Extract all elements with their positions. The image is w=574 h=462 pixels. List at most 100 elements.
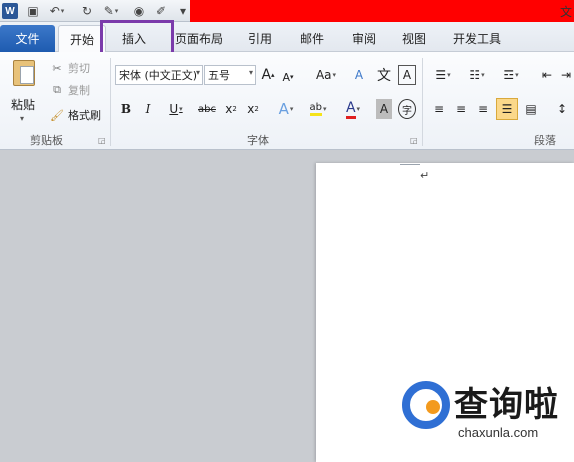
superscript-button[interactable]: x2 bbox=[244, 99, 262, 119]
grow-font-glyph: A bbox=[261, 67, 272, 83]
line-spacing-button[interactable]: ↕ bbox=[552, 99, 572, 119]
underline-button[interactable]: U ▾ bbox=[164, 99, 188, 119]
italic-button[interactable]: I bbox=[140, 99, 156, 119]
align-right-icon: ≡ bbox=[477, 102, 489, 116]
bullets-icon: ☰ bbox=[435, 68, 447, 82]
font-color-glyph: A bbox=[345, 100, 356, 119]
phonetic-glyph: 文 bbox=[377, 68, 391, 84]
align-right-button[interactable]: ≡ bbox=[474, 99, 492, 119]
character-shading-button[interactable]: A bbox=[376, 99, 392, 119]
watermark-logo-dot bbox=[426, 400, 440, 414]
color-wheel-icon[interactable]: ◉ bbox=[132, 3, 146, 19]
character-shading-glyph: A bbox=[379, 102, 389, 116]
title-bar-highlight: 文 bbox=[190, 0, 574, 22]
highlight-glyph: ab bbox=[309, 102, 322, 116]
paste-label: 粘贴 bbox=[11, 98, 36, 112]
tab-file[interactable]: 文件 bbox=[0, 25, 55, 52]
brush-icon: 🖌 bbox=[50, 108, 64, 122]
distributed-icon: ▤ bbox=[525, 102, 537, 116]
tab-page-layout[interactable]: 页面布局 bbox=[170, 25, 228, 52]
distributed-button[interactable]: ▤ bbox=[522, 99, 540, 119]
font-color-button[interactable]: A ▾ bbox=[340, 99, 366, 119]
font-name-value: 宋体 (中文正文) bbox=[119, 69, 198, 82]
phonetic-guide-button[interactable]: 文 bbox=[374, 65, 394, 85]
draw-icon[interactable]: ✐ bbox=[154, 3, 168, 19]
multilevel-list-button[interactable]: ☲ ▾ bbox=[498, 65, 524, 85]
bullets-button[interactable]: ☰ ▾ bbox=[430, 65, 456, 85]
change-case-button[interactable]: Aa ▾ bbox=[312, 65, 340, 85]
cut-label: 剪切 bbox=[68, 62, 90, 75]
paragraph-group-label: 段落 bbox=[534, 134, 556, 147]
tab-developer[interactable]: 开发工具 bbox=[446, 25, 508, 52]
copy-icon: ⧉ bbox=[53, 83, 61, 96]
character-border-glyph: A bbox=[402, 68, 412, 82]
tab-mailings[interactable]: 邮件 bbox=[292, 25, 332, 52]
increase-indent-button[interactable]: ⇥ bbox=[558, 65, 574, 85]
tab-review[interactable]: 审阅 bbox=[344, 25, 384, 52]
watermark-brand: 查询啦 bbox=[454, 385, 559, 425]
enclose-characters-button[interactable]: 字 bbox=[398, 99, 416, 119]
copy-button[interactable]: ⧉ 复制 bbox=[50, 80, 90, 100]
cut-button[interactable]: ✂ 剪切 bbox=[50, 58, 90, 78]
increase-indent-icon: ⇥ bbox=[560, 68, 572, 82]
chevron-down-icon: ▾ bbox=[248, 68, 253, 77]
character-border-button[interactable]: A bbox=[398, 65, 416, 85]
clipboard-launcher-icon[interactable]: ◲ bbox=[98, 136, 106, 145]
redo-icon[interactable]: ↻ bbox=[80, 3, 94, 19]
title-bar: W ▣ ↶ ▾ ↻ ✎ ▾ ◉ ✐ ▾ 文 bbox=[0, 0, 574, 22]
customize-toolbar-icon[interactable]: ▾ bbox=[178, 3, 188, 19]
copy-label: 复制 bbox=[68, 84, 90, 97]
scissors-icon: ✂ bbox=[52, 61, 62, 75]
subscript-button[interactable]: x2 bbox=[222, 99, 240, 119]
ribbon-home: 粘贴 ▾ ✂ 剪切 ⧉ 复制 🖌 格式刷 剪贴板 ◲ 宋体 (中文正文) ▾ 五… bbox=[0, 52, 574, 150]
text-effects-glyph: A bbox=[278, 100, 289, 118]
decrease-indent-button[interactable]: ⇤ bbox=[538, 65, 556, 85]
align-left-button[interactable]: ≡ bbox=[430, 99, 448, 119]
line-spacing-icon: ↕ bbox=[556, 102, 568, 116]
font-size-value: 五号 bbox=[208, 69, 230, 82]
shrink-font-glyph: A bbox=[282, 70, 290, 84]
font-launcher-icon[interactable]: ◲ bbox=[410, 136, 418, 145]
numbering-button[interactable]: ☷ ▾ bbox=[464, 65, 490, 85]
shrink-font-button[interactable]: A ▾ bbox=[280, 67, 296, 87]
format-painter-quick-icon[interactable]: ✎ ▾ bbox=[100, 3, 122, 19]
paper-icon bbox=[20, 66, 34, 84]
window-title: 文 bbox=[559, 5, 572, 19]
undo-icon[interactable]: ↶ ▾ bbox=[46, 3, 68, 19]
group-divider bbox=[422, 58, 423, 146]
tab-view[interactable]: 视图 bbox=[394, 25, 434, 52]
align-center-icon: ≡ bbox=[455, 102, 467, 116]
bold-button[interactable]: B bbox=[117, 99, 135, 119]
clear-format-glyph: A bbox=[354, 68, 364, 82]
align-center-button[interactable]: ≡ bbox=[452, 99, 470, 119]
justify-button[interactable]: ☰ bbox=[496, 98, 518, 120]
watermark-url: chaxunla.com bbox=[458, 425, 539, 440]
save-icon[interactable]: ▣ bbox=[26, 3, 40, 19]
text-effects-button[interactable]: A ▾ bbox=[274, 99, 298, 119]
tab-home[interactable]: 开始 bbox=[58, 25, 106, 53]
justify-icon: ☰ bbox=[501, 102, 513, 116]
subscript-glyph: x bbox=[225, 102, 233, 116]
font-group-label: 字体 bbox=[247, 134, 269, 147]
numbering-icon: ☷ bbox=[469, 68, 481, 82]
highlight-color-button[interactable]: ab ▾ bbox=[304, 99, 332, 119]
word-app-icon[interactable]: W bbox=[2, 3, 18, 19]
ribbon-tab-row: 文件 开始 插入 页面布局 引用 邮件 审阅 视图 开发工具 bbox=[0, 22, 574, 53]
underline-glyph: U bbox=[169, 102, 179, 116]
paste-dropdown-icon[interactable]: ▾ bbox=[20, 114, 24, 123]
grow-font-button[interactable]: A ▴ bbox=[260, 65, 276, 85]
format-painter-button[interactable]: 🖌 格式刷 bbox=[50, 105, 101, 125]
change-case-glyph: Aa bbox=[315, 68, 332, 82]
clipboard-group-label: 剪贴板 bbox=[30, 134, 63, 147]
paste-button[interactable]: 粘贴 ▾ bbox=[8, 56, 40, 126]
format-painter-label: 格式刷 bbox=[68, 109, 101, 122]
clear-format-button[interactable]: A bbox=[350, 65, 368, 85]
strikethrough-button[interactable]: abc bbox=[196, 99, 218, 119]
font-name-select[interactable]: 宋体 (中文正文) ▾ bbox=[115, 65, 203, 85]
superscript-glyph: x bbox=[247, 102, 255, 116]
align-left-icon: ≡ bbox=[433, 102, 445, 116]
multilevel-list-icon: ☲ bbox=[503, 68, 515, 82]
tab-references[interactable]: 引用 bbox=[240, 25, 280, 52]
decrease-indent-icon: ⇤ bbox=[541, 68, 553, 82]
font-size-select[interactable]: 五号 ▾ bbox=[204, 65, 256, 85]
